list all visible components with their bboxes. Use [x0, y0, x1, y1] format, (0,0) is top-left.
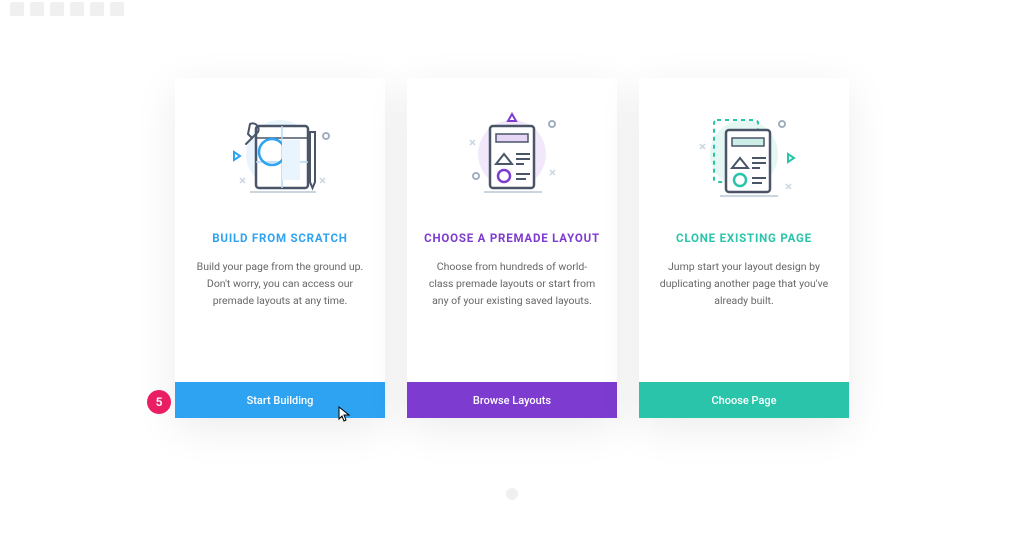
- toolbar-ghost: [10, 2, 124, 16]
- cards-container: BUILD FROM SCRATCH Build your page from …: [0, 0, 1024, 418]
- card-desc-premade: Choose from hundreds of world-class prem…: [407, 245, 617, 382]
- card-build-from-scratch: BUILD FROM SCRATCH Build your page from …: [175, 78, 385, 418]
- scratch-illustration: [175, 78, 385, 223]
- start-building-button[interactable]: Start Building: [175, 382, 385, 418]
- clone-illustration: [639, 78, 849, 223]
- card-choose-premade: CHOOSE A PREMADE LAYOUT Choose from hund…: [407, 78, 617, 418]
- card-desc-scratch: Build your page from the ground up. Don'…: [175, 245, 385, 382]
- card-desc-clone: Jump start your layout design by duplica…: [639, 245, 849, 382]
- card-title-scratch: BUILD FROM SCRATCH: [175, 223, 385, 245]
- step-badge: 5: [147, 390, 171, 414]
- premade-illustration: [407, 78, 617, 223]
- choose-page-button[interactable]: Choose Page: [639, 382, 849, 418]
- card-clone-existing: CLONE EXISTING PAGE Jump start your layo…: [639, 78, 849, 418]
- pager-dot[interactable]: [506, 488, 518, 500]
- card-title-clone: CLONE EXISTING PAGE: [639, 223, 849, 245]
- card-title-premade: CHOOSE A PREMADE LAYOUT: [407, 223, 617, 245]
- browse-layouts-button[interactable]: Browse Layouts: [407, 382, 617, 418]
